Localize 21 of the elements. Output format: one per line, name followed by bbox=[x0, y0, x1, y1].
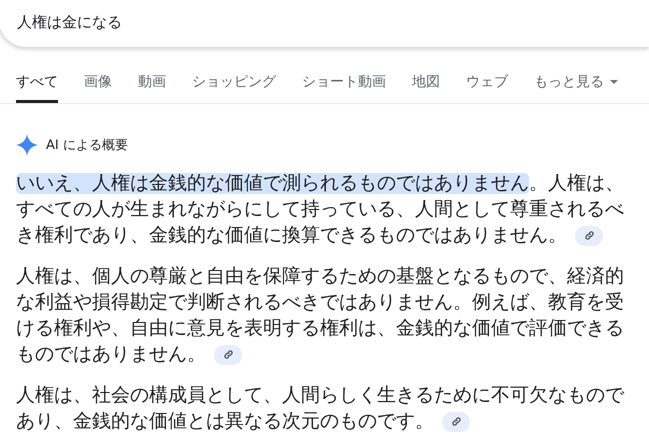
search-tab[interactable]: 動画 bbox=[138, 69, 166, 100]
link-icon bbox=[584, 230, 594, 242]
search-tab[interactable]: ショッピング bbox=[192, 69, 276, 100]
source-link-button[interactable] bbox=[442, 412, 470, 432]
link-icon bbox=[222, 349, 234, 360]
answer-paragraph: 人権は、社会の構成員として、人間らしく生きるために不可欠なものであり、金銭的な価値とは異なる次元のものです。 bbox=[16, 384, 626, 434]
overview-heading: AI による概要 bbox=[46, 137, 128, 154]
search-tab[interactable]: もっと見る bbox=[534, 69, 618, 100]
search-tab[interactable]: ショート動画 bbox=[302, 69, 386, 100]
link-icon bbox=[450, 416, 462, 428]
search-tab[interactable]: すべて bbox=[16, 69, 58, 103]
source-link-button[interactable] bbox=[214, 344, 242, 365]
search-field[interactable]: 人権は金になる bbox=[0, 0, 649, 47]
answer-paragraph: 人権は、個人の尊厳と自由を保障するための基盤となるもので、経済的な利益や損得勘定で判断されるべきではありません。例えば、教育を受ける権利や、自由に意見を表明する権利は、金銭的な価値で評価できるものではありません。 bbox=[16, 265, 625, 367]
search-tab[interactable]: 地図 bbox=[412, 69, 440, 100]
answer-paragraph: いいえ、人権は金銭的な価値で測られるものではありません。人権は、すべての人が生まれながらにして持っている、人間として尊重されるべき権利であり、金銭的な価値に換算できるものではありません。 bbox=[16, 172, 625, 248]
caret-icon bbox=[610, 80, 618, 84]
search-tab[interactable]: 画像 bbox=[84, 69, 112, 100]
sparkle-icon bbox=[16, 134, 38, 156]
source-link-button[interactable] bbox=[575, 226, 603, 246]
search-tab[interactable]: ウェブ bbox=[466, 69, 508, 100]
